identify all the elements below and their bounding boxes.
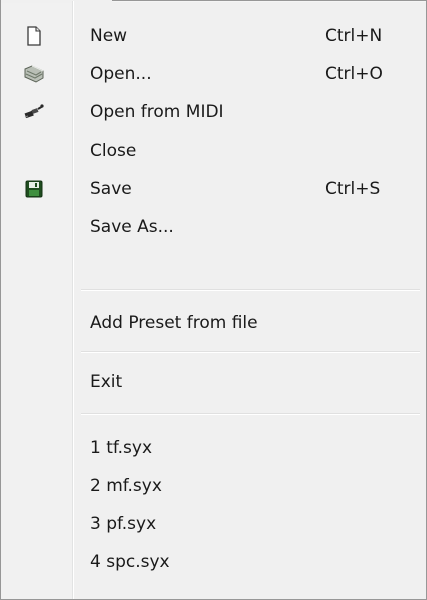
menu-item-save-as[interactable]: Save As... [3,208,424,246]
menu-top-tab [1,0,112,3]
menu-item-label: Open from MIDI [90,102,224,122]
new-file-icon [23,25,45,47]
menu-item-label: Exit [90,372,123,392]
recent-file-item[interactable]: 3 pf.syx [3,505,424,543]
menu-item-open[interactable]: Open... Ctrl+O [3,55,424,93]
menu-item-save[interactable]: Save Ctrl+S [3,170,424,208]
menu-separator [81,413,420,415]
recent-file-label: 3 pf.syx [90,514,157,534]
menu-item-open-from-midi[interactable]: Open from MIDI [3,93,424,131]
save-floppy-icon [23,178,45,200]
recent-file-label: 4 spc.syx [90,552,170,572]
menu-item-shortcut: Ctrl+O [325,64,383,84]
open-folder-icon [23,63,45,85]
menu-item-label: Save [90,179,132,199]
menu-separator [81,289,420,291]
recent-file-label: 2 mf.syx [90,476,162,496]
menu-item-new[interactable]: New Ctrl+N [3,17,424,55]
menu-item-label: Open... [90,64,152,84]
menu-item-shortcut: Ctrl+S [325,179,381,199]
menu-item-close[interactable]: Close [3,132,424,170]
menu-item-add-preset-from-file[interactable]: Add Preset from file [3,304,424,342]
midi-connector-icon [23,101,45,123]
menu-item-label: New [90,26,128,46]
recent-file-item[interactable]: 4 spc.syx [3,543,424,581]
menu-item-shortcut: Ctrl+N [325,26,383,46]
menu-item-label: Save As... [90,217,174,237]
menu-separator [81,351,420,353]
menu-item-label: Close [90,141,137,161]
file-menu: New Ctrl+N Open... Ctrl+O Open from MIDI… [0,0,427,600]
menu-item-exit[interactable]: Exit [3,363,424,401]
recent-file-label: 1 tf.syx [90,438,153,458]
menu-item-label: Add Preset from file [90,313,258,333]
recent-file-item[interactable]: 2 mf.syx [3,467,424,505]
recent-file-item[interactable]: 1 tf.syx [3,429,424,467]
